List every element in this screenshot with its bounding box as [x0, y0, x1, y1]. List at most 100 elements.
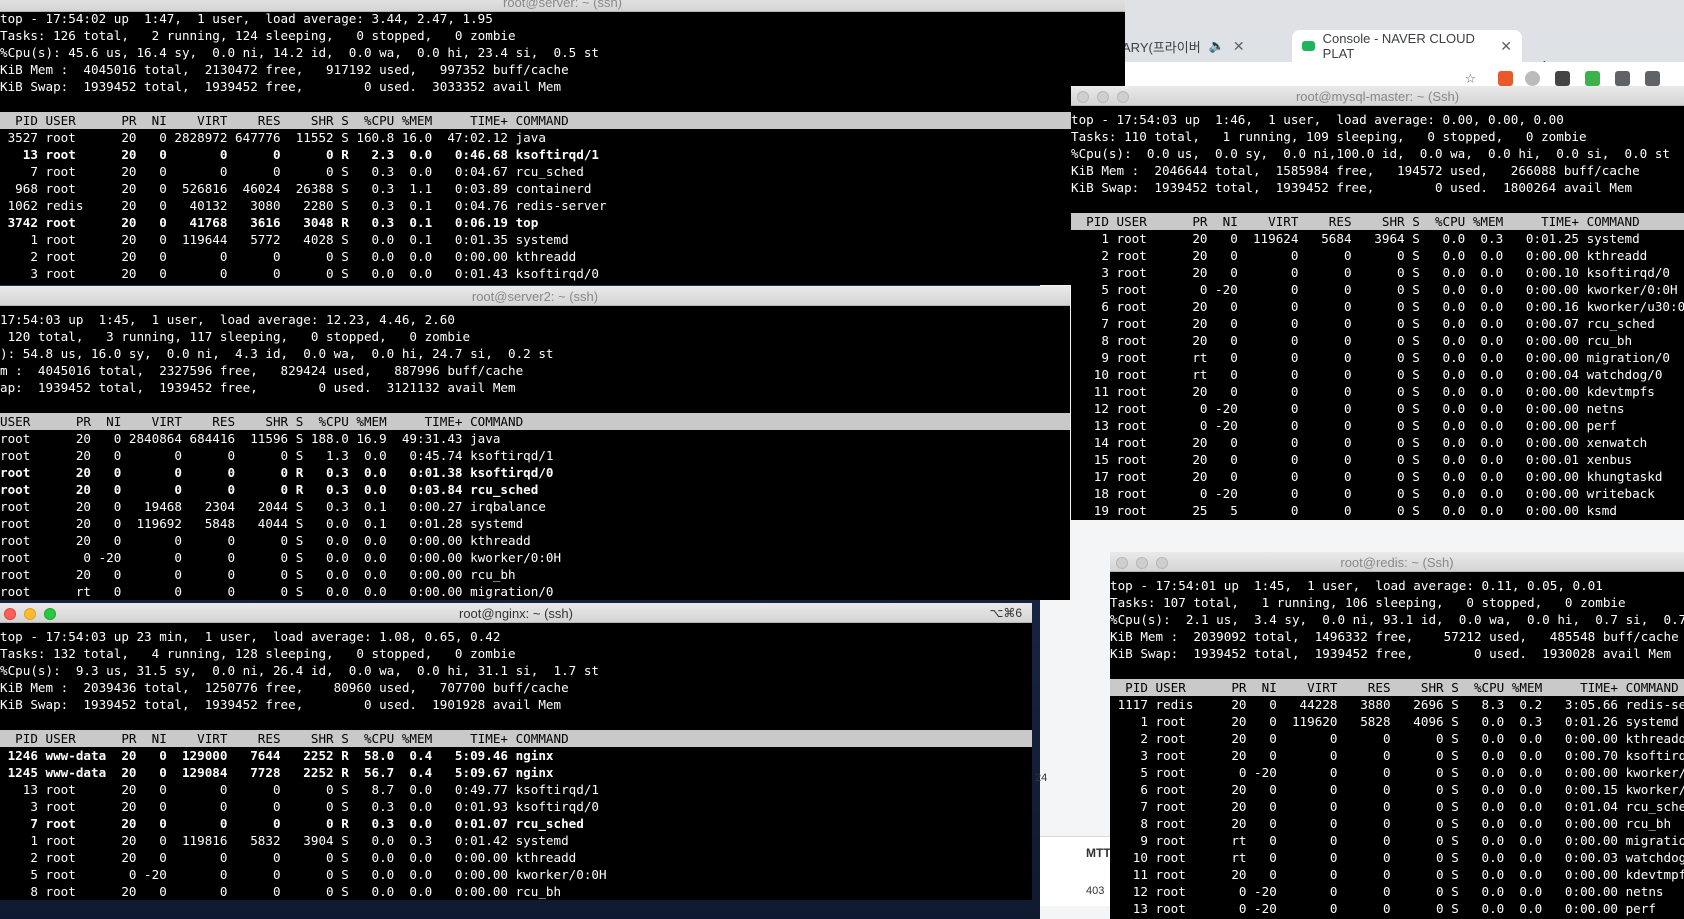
terminal-titlebar[interactable]: root@mysql-master: ~ (Ssh)	[1071, 86, 1684, 106]
process-row: 13 root 0 -20 0 0 0 S 0.0 0.0 0:00.00 pe…	[1071, 418, 1617, 433]
extension-icon[interactable]	[1585, 71, 1600, 86]
process-table-header: USER PR NI VIRT RES SHR S %CPU %MEM TIME…	[0, 413, 1070, 430]
top-summary-line: ap: 1939452 total, 1939452 free, 0 used.…	[0, 380, 516, 395]
top-summary-line: 17:54:03 up 1:45, 1 user, load average: …	[0, 312, 455, 327]
process-row: 5 root 0 -20 0 0 0 S 0.0 0.0 0:00.00 kwo…	[1071, 282, 1678, 297]
terminal-title: root@server2: ~ (ssh)	[471, 289, 599, 304]
process-row: 17 root 20 0 0 0 0 S 0.0 0.0 0:00.00 khu…	[1071, 469, 1663, 484]
top-summary-line: %Cpu(s): 9.3 us, 31.5 sy, 0.0 ni, 26.4 i…	[0, 663, 599, 678]
process-row: 5 root 0 -20 0 0 0 S 0.0 0.0 0:00.00 kwo…	[1110, 765, 1684, 780]
process-row: 1 root 20 0 119624 5684 3964 S 0.0 0.3 0…	[1071, 231, 1640, 246]
process-row: 968 root 20 0 526816 46024 26388 S 0.3 1…	[0, 181, 592, 196]
terminal-title: root@redis: ~ (Ssh)	[1340, 555, 1454, 570]
process-row: 1117 redis 20 0 44228 3880 2696 S 8.3 0.…	[1110, 697, 1684, 712]
browser-tab-2[interactable]: Console - NAVER CLOUD PLAT ✕	[1292, 30, 1522, 62]
process-row: 7 root 20 0 0 0 0 S 0.3 0.0 0:04.67 rcu_…	[0, 164, 584, 179]
top-summary-line: KiB Swap: 1939452 total, 1939452 free, 0…	[1110, 646, 1672, 661]
top-summary-line: Tasks: 126 total, 2 running, 124 sleepin…	[0, 28, 516, 43]
process-row: 6 root 20 0 0 0 0 S 0.0 0.0 0:00.15 kwor…	[1110, 782, 1684, 797]
process-row: 7 root 20 0 0 0 0 S 0.0 0.0 0:01.04 rcu_…	[1110, 799, 1684, 814]
terminal-window-nginx[interactable]: root@nginx: ~ (ssh) ⌥⌘6 top - 17:54:03 u…	[0, 603, 1032, 900]
process-row: 18 root 0 -20 0 0 0 S 0.0 0.0 0:00.00 wr…	[1071, 486, 1655, 501]
top-summary-line: KiB Swap: 1939452 total, 1939452 free, 0…	[0, 697, 562, 712]
browser-tab-1[interactable]: ARY(프라이버 🔈 ✕	[1112, 30, 1290, 62]
process-table-header: PID USER PR NI VIRT RES SHR S %CPU %MEM …	[0, 112, 1125, 129]
page-cell: 403	[1086, 885, 1105, 897]
process-row: 19 root 25 5 0 0 0 S 0.0 0.0 0:00.00 ksm…	[1071, 503, 1617, 518]
terminal-titlebar[interactable]: root@nginx: ~ (ssh) ⌥⌘6	[0, 603, 1032, 623]
top-summary-line: KiB Mem : 2046644 total, 1585984 free, 1…	[1071, 163, 1640, 178]
top-summary-line: top - 17:54:03 up 1:46, 1 user, load ave…	[1071, 112, 1564, 127]
top-output: 17:54:03 up 1:45, 1 user, load average: …	[0, 311, 1070, 600]
top-output: top - 17:54:02 up 1:47, 1 user, load ave…	[0, 10, 1125, 282]
top-summary-line: KiB Mem : 2039436 total, 1250776 free, 8…	[0, 680, 569, 695]
process-row: root 20 0 0 0 0 S 0.0 0.0 0:00.00 rcu_bh	[0, 567, 516, 582]
puzzle-icon[interactable]	[1615, 71, 1630, 86]
process-row: 1062 redis 20 0 40132 3080 2280 S 0.3 0.…	[0, 198, 607, 213]
process-row: root 20 0 0 0 0 S 1.3 0.0 0:45.74 ksofti…	[0, 448, 554, 463]
process-row: 1 root 20 0 119644 5772 4028 S 0.0 0.1 0…	[0, 232, 569, 247]
page-column-header: MTT	[1086, 846, 1111, 860]
process-row: root 0 -20 0 0 0 S 0.0 0.0 0:00.00 kwork…	[0, 550, 562, 565]
close-icon[interactable]: ✕	[1233, 38, 1245, 55]
top-summary-line: %Cpu(s): 45.6 us, 16.4 sy, 0.0 ni, 14.2 …	[0, 45, 599, 60]
terminal-window-server2[interactable]: root@server2: ~ (ssh) 17:54:03 up 1:45, …	[0, 286, 1070, 600]
process-row: 2 root 20 0 0 0 0 S 0.0 0.0 0:00.00 kthr…	[0, 850, 577, 865]
process-row: 11 root 20 0 0 0 0 S 0.0 0.0 0:00.00 kde…	[1110, 867, 1684, 882]
mute-icon[interactable]: 🔈	[1209, 38, 1225, 54]
process-row: 12 root 0 -20 0 0 0 S 0.0 0.0 0:00.00 ne…	[1071, 401, 1625, 416]
process-row: 13 root 0 -20 0 0 0 S 0.0 0.0 0:00.00 pe…	[1110, 901, 1656, 916]
terminal-title: root@mysql-master: ~ (Ssh)	[1295, 89, 1460, 104]
terminal-titlebar[interactable]: root@server2: ~ (ssh)	[0, 286, 1070, 306]
process-row: 3742 root 20 0 41768 3616 3048 R 0.3 0.1…	[0, 215, 539, 230]
process-table-header: PID USER PR NI VIRT RES SHR S %CPU %MEM …	[1071, 213, 1684, 230]
process-row: 8 root 20 0 0 0 0 S 0.0 0.0 0:00.00 rcu_…	[1071, 333, 1633, 348]
top-summary-line: 120 total, 3 running, 117 sleeping, 0 st…	[0, 329, 471, 344]
process-row: 1 root 20 0 119816 5832 3904 S 0.0 0.3 0…	[0, 833, 569, 848]
extension-icon[interactable]	[1525, 71, 1540, 86]
process-row: 3 root 20 0 0 0 0 S 0.3 0.0 0:01.93 ksof…	[0, 799, 599, 814]
process-row: 2 root 20 0 0 0 0 S 0.0 0.0 0:00.00 kthr…	[1071, 248, 1648, 263]
process-row: root 20 0 2840864 684416 11596 S 188.0 1…	[0, 431, 501, 446]
top-summary-line: KiB Swap: 1939452 total, 1939452 free, 0…	[0, 79, 562, 94]
window-shortcut: ⌥⌘6	[989, 606, 1022, 620]
process-row: 7 root 20 0 0 0 0 R 0.3 0.0 0:01.07 rcu_…	[0, 816, 584, 831]
process-row: root 20 0 19468 2304 2044 S 0.3 0.1 0:00…	[0, 499, 546, 514]
menu-icon[interactable]	[1645, 71, 1660, 86]
process-table-header: PID USER PR NI VIRT RES SHR S %CPU %MEM …	[1110, 679, 1684, 696]
top-summary-line: top - 17:54:03 up 23 min, 1 user, load a…	[0, 629, 501, 644]
process-row: 7 root 20 0 0 0 0 S 0.0 0.0 0:00.07 rcu_…	[1071, 316, 1655, 331]
terminal-window-server[interactable]: root@server: ~ (ssh) top - 17:54:02 up 1…	[0, 0, 1125, 285]
top-summary-line: top - 17:54:01 up 1:45, 1 user, load ave…	[1110, 578, 1603, 593]
extension-icon[interactable]	[1555, 71, 1570, 86]
top-summary-line: Tasks: 110 total, 1 running, 109 sleepin…	[1071, 129, 1587, 144]
browser-tab-2-label: Console - NAVER CLOUD PLAT	[1322, 31, 1475, 61]
top-output: top - 17:54:03 up 1:46, 1 user, load ave…	[1071, 111, 1684, 519]
process-row: 11 root 20 0 0 0 0 S 0.0 0.0 0:00.00 kde…	[1071, 384, 1655, 399]
process-row: root 20 0 0 0 0 R 0.3 0.0 0:03.84 rcu_sc…	[0, 482, 539, 497]
extension-icon[interactable]	[1498, 71, 1513, 86]
process-row: root 20 0 0 0 0 R 0.3 0.0 0:01.38 ksofti…	[0, 465, 554, 480]
process-table-header: PID USER PR NI VIRT RES SHR S %CPU %MEM …	[0, 730, 1032, 747]
bookmark-star-icon[interactable]: ☆	[1465, 67, 1476, 88]
process-row: 15 root 20 0 0 0 0 S 0.0 0.0 0:00.01 xen…	[1071, 452, 1633, 467]
process-row: 1245 www-data 20 0 129084 7728 2252 R 56…	[0, 765, 554, 780]
top-output: top - 17:54:01 up 1:45, 1 user, load ave…	[1110, 577, 1684, 917]
page-number: 24	[1035, 772, 1048, 784]
process-row: 12 root 0 -20 0 0 0 S 0.0 0.0 0:00.00 ne…	[1110, 884, 1664, 899]
process-row: 10 root rt 0 0 0 0 S 0.0 0.0 0:00.04 wat…	[1071, 367, 1663, 382]
terminal-title: root@nginx: ~ (ssh)	[459, 606, 573, 621]
top-summary-line: %Cpu(s): 0.0 us, 0.0 sy, 0.0 ni,100.0 id…	[1071, 146, 1670, 161]
close-icon[interactable]: ✕	[1500, 38, 1512, 55]
process-row: 3 root 20 0 0 0 0 S 0.0 0.0 0:00.10 ksof…	[1071, 265, 1670, 280]
browser-tab-strip: ARY(프라이버 🔈 ✕ Console - NAVER CLOUD PLAT …	[1040, 24, 1684, 79]
terminal-window-redis[interactable]: root@redis: ~ (Ssh) top - 17:54:01 up 1:…	[1110, 552, 1684, 919]
terminal-window-mysql-master[interactable]: root@mysql-master: ~ (Ssh) top - 17:54:0…	[1071, 86, 1684, 520]
terminal-titlebar[interactable]: root@redis: ~ (Ssh)	[1110, 552, 1684, 572]
process-row: 8 root 20 0 0 0 0 S 0.0 0.0 0:00.00 rcu_…	[1110, 816, 1672, 831]
process-row: 5 root 0 -20 0 0 0 S 0.0 0.0 0:00.00 kwo…	[0, 867, 607, 882]
